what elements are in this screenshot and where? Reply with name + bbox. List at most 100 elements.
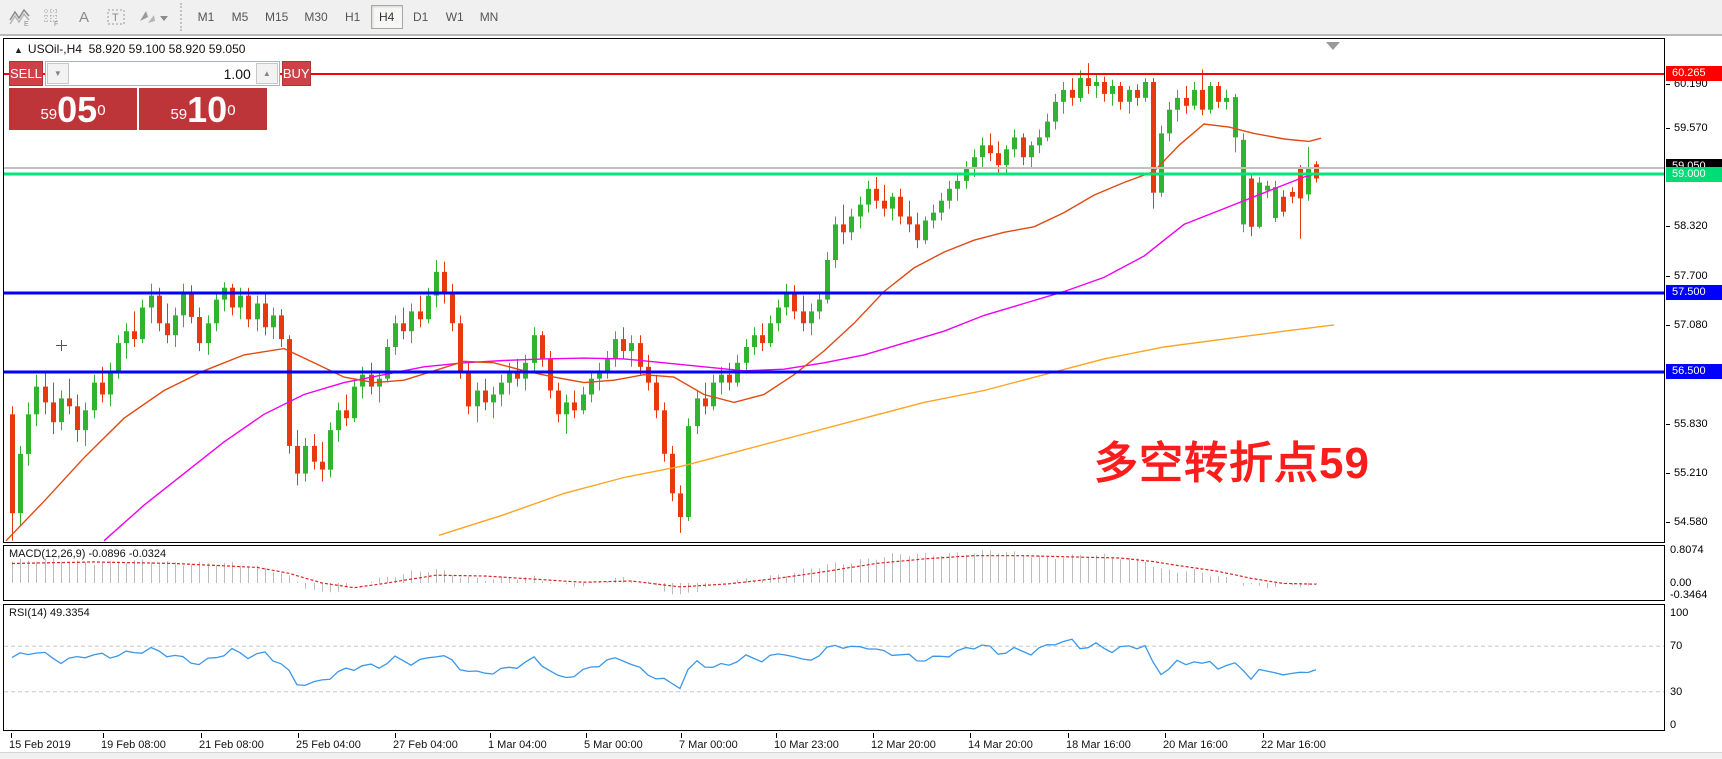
price-tick-dash xyxy=(1666,473,1670,474)
timeframe-m5-button[interactable]: M5 xyxy=(224,5,256,29)
time-label: 12 Mar 20:00 xyxy=(871,739,936,751)
price-tick-label: 57.700 xyxy=(1674,270,1708,283)
time-tick xyxy=(201,733,202,738)
buy-price[interactable]: 59100 xyxy=(139,88,267,130)
price-tick-dash xyxy=(1666,276,1670,277)
buy-button[interactable]: BUY xyxy=(282,61,311,86)
time-tick xyxy=(970,733,971,738)
volume-spinner: ▼ ▲ xyxy=(45,61,280,86)
status-strip xyxy=(0,752,1722,759)
buy-price-big: 10 xyxy=(187,92,227,128)
time-label: 20 Mar 16:00 xyxy=(1163,739,1228,751)
chart-shift-marker-icon[interactable] xyxy=(1326,42,1340,50)
time-label: 19 Feb 08:00 xyxy=(101,739,166,751)
time-tick xyxy=(873,733,874,738)
sell-price-major: 59 xyxy=(40,102,57,128)
rsi-axis-label: 30 xyxy=(1670,686,1682,699)
svg-text:T: T xyxy=(112,12,119,24)
buy-price-pip: 0 xyxy=(227,94,235,128)
drawing-tools-group: E F A T xyxy=(0,4,172,30)
price-badge-56.500: 56.500 xyxy=(1666,364,1722,379)
rsi-panel[interactable]: RSI(14) 49.3354 xyxy=(3,604,1665,731)
price-badge-57.500: 57.500 xyxy=(1666,285,1722,300)
timeframe-d1-button[interactable]: D1 xyxy=(405,5,437,29)
text-label-icon[interactable]: A xyxy=(70,4,98,30)
timeframe-m1-button[interactable]: M1 xyxy=(190,5,222,29)
volume-decrease-icon[interactable]: ▼ xyxy=(47,63,69,84)
symbol-timeframe: USOil-,H4 xyxy=(28,42,82,56)
chart-annotation-text: 多空转折点59 xyxy=(1094,427,1370,491)
macd-label: MACD(12,26,9) -0.0896 -0.0324 xyxy=(9,548,166,560)
time-label: 15 Feb 2019 xyxy=(9,739,71,751)
grid-icon[interactable]: F xyxy=(38,4,66,30)
svg-text:F: F xyxy=(54,21,58,27)
trading-app: E F A T M1M5M15M30H1H4D1W1MN ▲ USOil-,H4 … xyxy=(0,0,1722,759)
time-label: 21 Feb 08:00 xyxy=(199,739,264,751)
timeframe-mn-button[interactable]: MN xyxy=(473,5,506,29)
timeframe-w1-button[interactable]: W1 xyxy=(439,5,471,29)
price-axis[interactable]: 60.19059.57058.95058.32057.70057.08056.4… xyxy=(1666,38,1722,757)
sell-price-big: 05 xyxy=(57,92,97,128)
rsi-canvas[interactable] xyxy=(4,605,1664,730)
arrows-icon[interactable] xyxy=(134,4,172,30)
price-tick-dash xyxy=(1666,424,1670,425)
buy-price-major: 59 xyxy=(170,102,187,128)
sell-price[interactable]: 59050 xyxy=(9,88,137,130)
sell-button[interactable]: SELL xyxy=(9,61,43,86)
time-tick xyxy=(103,733,104,738)
time-tick xyxy=(490,733,491,738)
macd-axis-label: -0.3464 xyxy=(1670,589,1707,602)
price-tick-dash xyxy=(1666,128,1670,129)
svg-text:E: E xyxy=(24,21,29,27)
time-tick xyxy=(1263,733,1264,738)
chart-title: ▲ USOil-,H4 58.920 59.100 58.920 59.050 xyxy=(14,42,245,56)
rsi-axis-label: 100 xyxy=(1670,607,1688,620)
toolbar: E F A T M1M5M15M30H1H4D1W1MN xyxy=(0,0,1722,36)
price-tick-label: 55.210 xyxy=(1674,467,1708,480)
timeframe-m30-button[interactable]: M30 xyxy=(297,5,334,29)
time-tick xyxy=(681,733,682,738)
volume-increase-icon[interactable]: ▲ xyxy=(256,63,278,84)
one-click-trading-panel: SELL ▼ ▲ BUY 59050 59100 xyxy=(9,61,267,130)
price-tick-label: 57.080 xyxy=(1674,319,1708,332)
main-chart-panel[interactable]: ▲ USOil-,H4 58.920 59.100 58.920 59.050 多… xyxy=(3,38,1665,543)
sell-price-pip: 0 xyxy=(97,94,105,128)
time-tick xyxy=(395,733,396,738)
ohlc-values: 58.920 59.100 58.920 59.050 xyxy=(89,42,246,56)
rsi-axis-label: 70 xyxy=(1670,640,1682,653)
chart-window: ▲ USOil-,H4 58.920 59.100 58.920 59.050 多… xyxy=(3,38,1665,757)
toolbar-separator xyxy=(180,3,186,31)
rsi-label: RSI(14) 49.3354 xyxy=(9,607,90,619)
time-label: 1 Mar 04:00 xyxy=(488,739,547,751)
time-label: 22 Mar 16:00 xyxy=(1261,739,1326,751)
time-tick xyxy=(298,733,299,738)
indicators-icon[interactable]: E xyxy=(6,4,34,30)
macd-canvas[interactable] xyxy=(4,546,1664,600)
price-tick-dash xyxy=(1666,84,1670,85)
rsi-axis-label: 0 xyxy=(1670,719,1676,732)
time-tick xyxy=(1165,733,1166,738)
price-tick-dash xyxy=(1666,325,1670,326)
text-box-icon[interactable]: T xyxy=(102,4,130,30)
timeframe-h1-button[interactable]: H1 xyxy=(337,5,369,29)
price-badge-59.000: 59.000 xyxy=(1666,167,1722,182)
timeframe-bar: M1M5M15M30H1H4D1W1MN xyxy=(190,5,505,29)
price-tick-dash xyxy=(1666,522,1670,523)
time-tick xyxy=(1068,733,1069,738)
cross-object-icon xyxy=(56,340,67,351)
collapse-arrow-icon[interactable]: ▲ xyxy=(14,45,23,55)
price-tick-label: 54.580 xyxy=(1674,516,1708,529)
price-tick-dash xyxy=(1666,226,1670,227)
time-tick xyxy=(776,733,777,738)
macd-panel[interactable]: MACD(12,26,9) -0.0896 -0.0324 xyxy=(3,545,1665,601)
price-tick-label: 55.830 xyxy=(1674,418,1708,431)
time-tick xyxy=(11,733,12,738)
time-tick xyxy=(586,733,587,738)
timeframe-h4-button[interactable]: H4 xyxy=(371,5,403,29)
time-label: 18 Mar 16:00 xyxy=(1066,739,1131,751)
volume-input[interactable] xyxy=(70,62,255,85)
time-label: 14 Mar 20:00 xyxy=(968,739,1033,751)
time-label: 7 Mar 00:00 xyxy=(679,739,738,751)
timeframe-m15-button[interactable]: M15 xyxy=(258,5,295,29)
time-label: 5 Mar 00:00 xyxy=(584,739,643,751)
